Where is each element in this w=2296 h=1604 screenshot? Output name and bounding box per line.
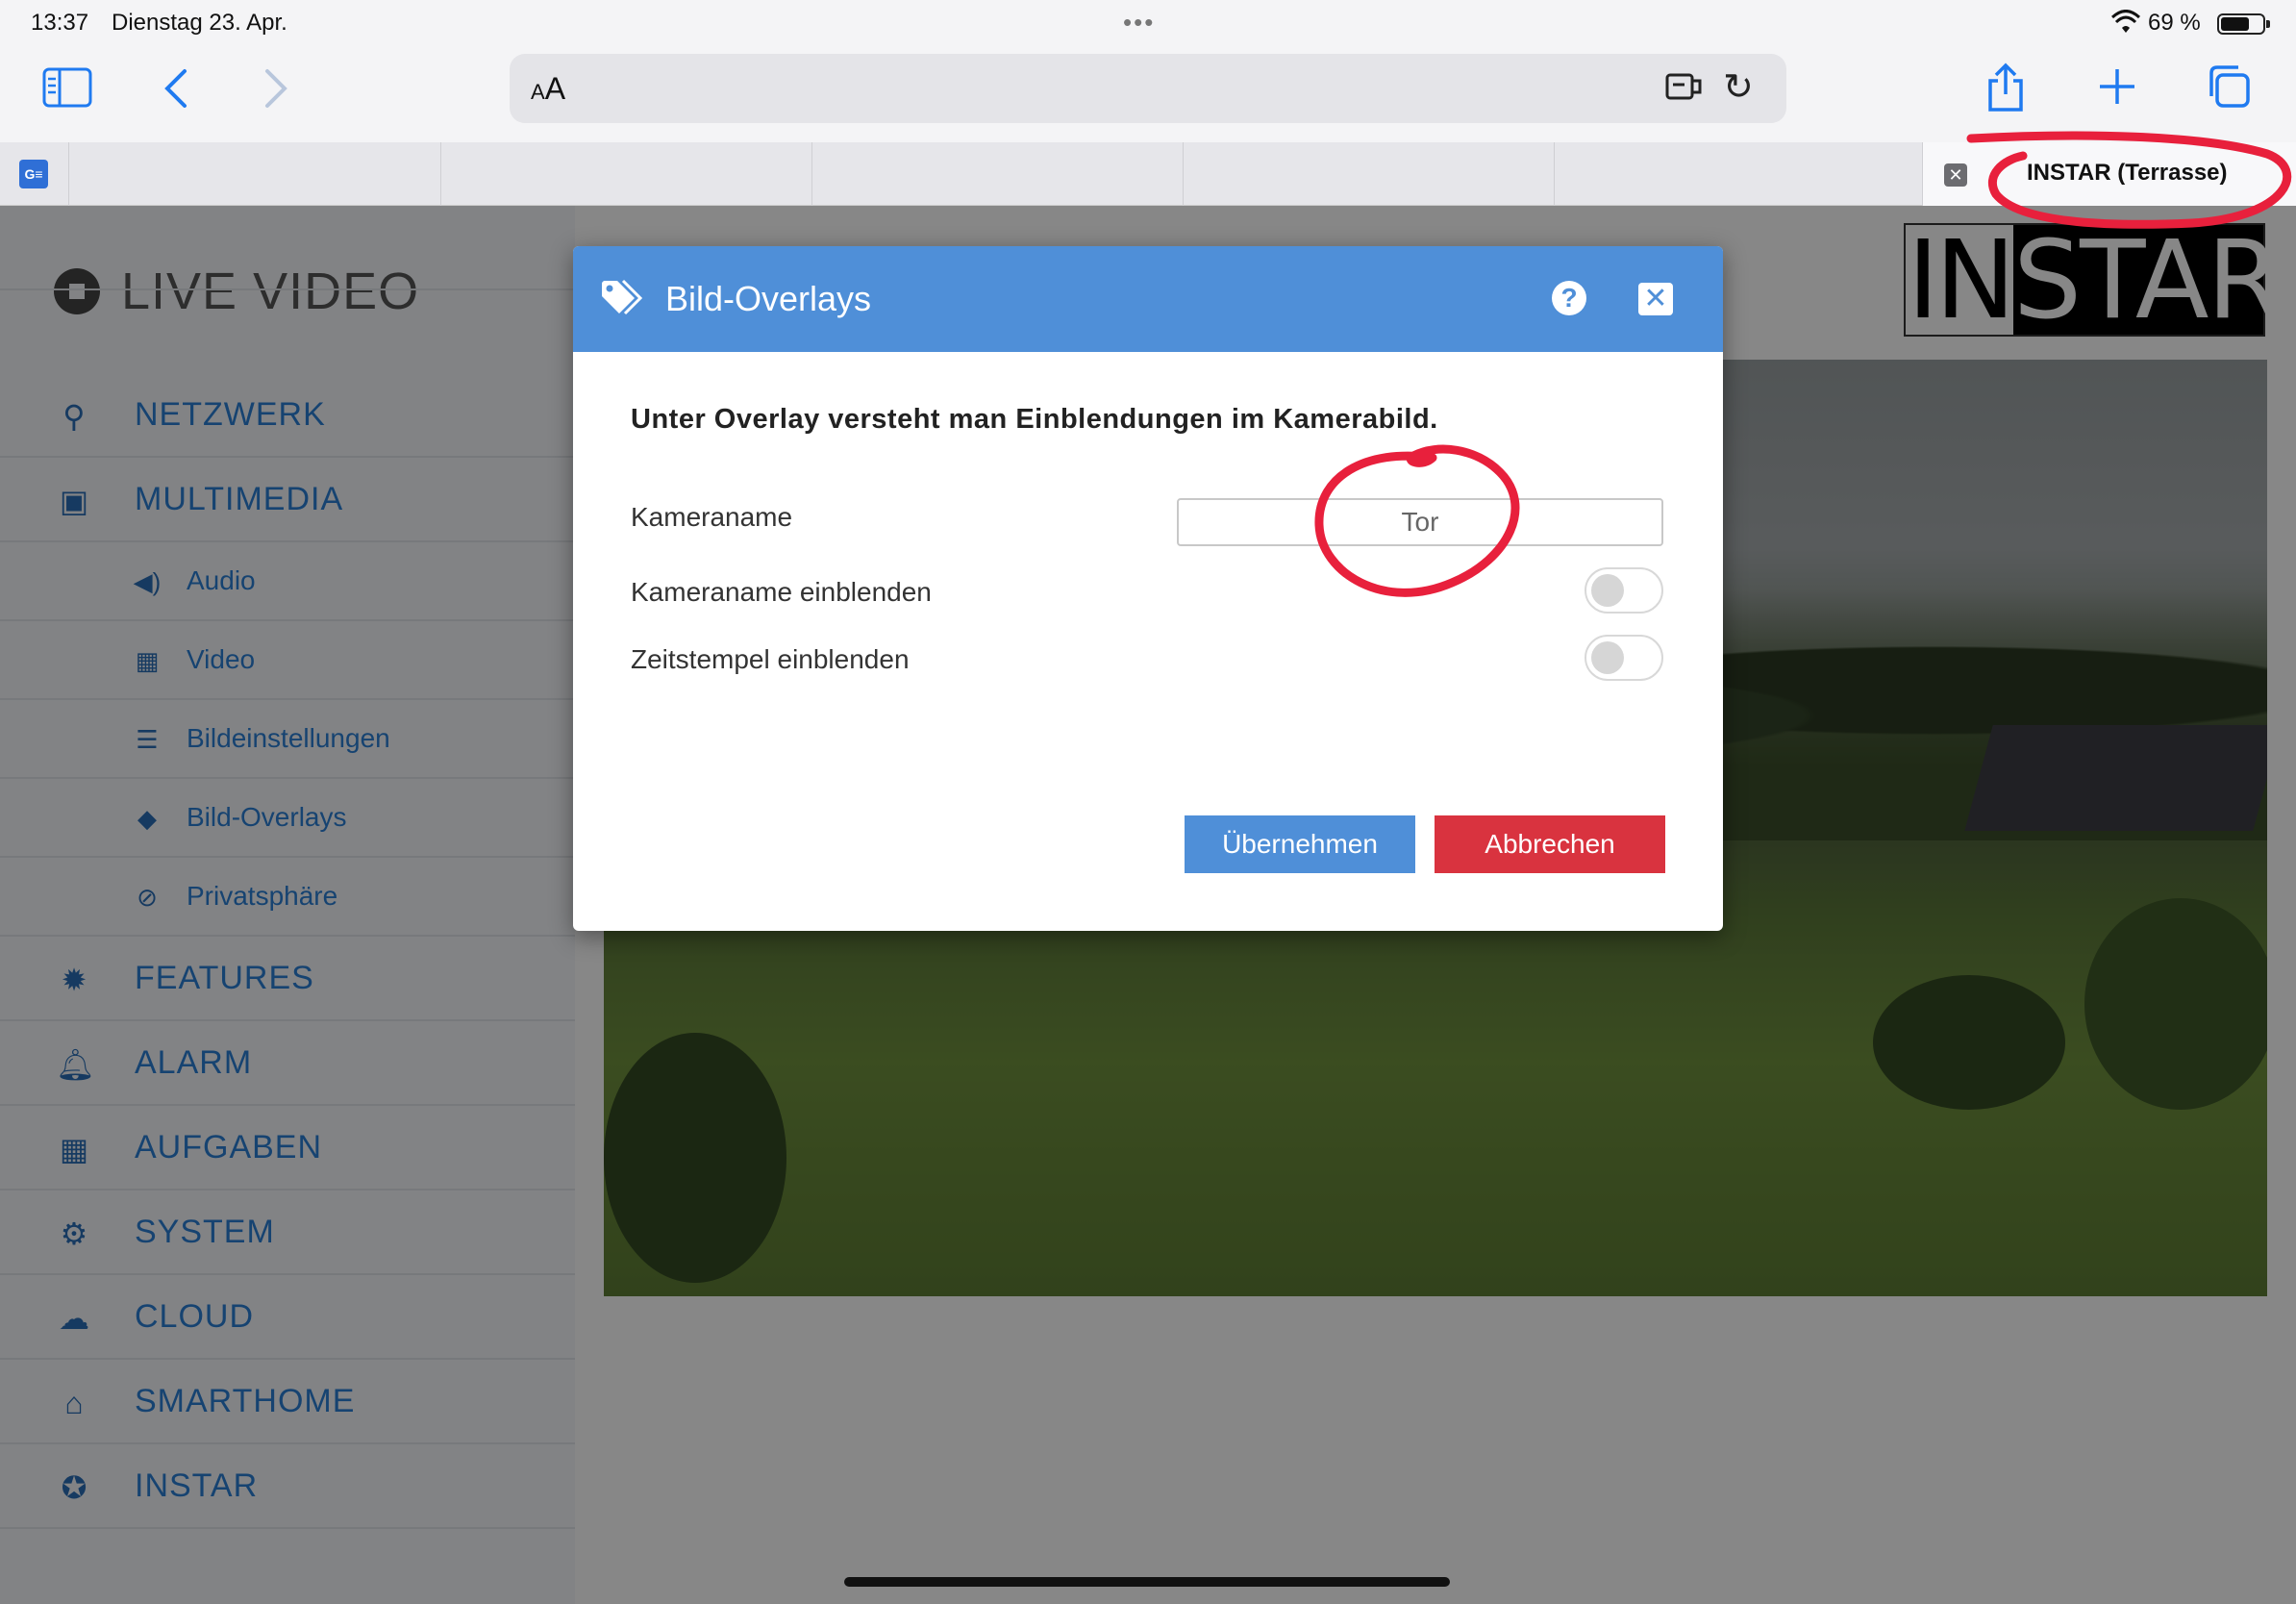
battery-fill <box>2221 17 2249 31</box>
forward-icon[interactable] <box>262 67 290 110</box>
tab-active[interactable]: ✕ INSTAR (Terrasse) <box>1923 142 2296 206</box>
bild-overlays-dialog: Bild-Overlays ? ✕ Unter Overlay versteht… <box>573 246 1723 931</box>
toggle-knob <box>1591 574 1624 607</box>
new-tab-icon[interactable] <box>2098 67 2136 106</box>
help-icon[interactable]: ? <box>1552 281 1586 315</box>
multitask-dots-icon[interactable]: ••• <box>1123 8 1155 38</box>
tab[interactable] <box>69 142 441 206</box>
camera-name-input[interactable] <box>1177 498 1663 546</box>
back-icon[interactable] <box>162 67 190 110</box>
dialog-header: Bild-Overlays ? ✕ <box>573 246 1723 352</box>
tab[interactable] <box>1555 142 1923 206</box>
reader-text-size-button[interactable]: AA <box>531 71 565 107</box>
tab[interactable]: G≡ <box>0 142 69 206</box>
share-icon[interactable] <box>1984 62 2027 113</box>
dialog-intro: Unter Overlay versteht man Einblendungen… <box>631 404 1438 435</box>
show-timestamp-label: Zeitstempel einblenden <box>631 644 910 674</box>
tabs-overview-icon[interactable] <box>2206 63 2252 110</box>
status-date: Dienstag 23. Apr. <box>112 10 287 36</box>
sidebar-toggle-icon[interactable] <box>42 67 92 110</box>
reload-icon[interactable]: ↻ <box>1723 65 1754 109</box>
apply-button[interactable]: Übernehmen <box>1185 815 1415 873</box>
dialog-title: Bild-Overlays <box>665 279 872 318</box>
camera-name-label: Kameraname <box>631 502 793 532</box>
google-translate-favicon-icon: G≡ <box>19 160 48 188</box>
show-timestamp-toggle[interactable] <box>1585 635 1663 681</box>
home-indicator <box>844 1577 1450 1587</box>
show-name-label: Kameraname einblenden <box>631 577 932 607</box>
wifi-icon <box>2111 10 2140 33</box>
status-time: 13:37 <box>31 10 89 36</box>
tab[interactable] <box>812 142 1184 206</box>
toggle-knob <box>1591 641 1624 674</box>
show-name-toggle[interactable] <box>1585 567 1663 614</box>
tab-active-title: INSTAR (Terrasse) <box>2027 160 2228 186</box>
status-bar: 13:37 Dienstag 23. Apr. ••• 69 % <box>0 0 2296 48</box>
tab[interactable] <box>441 142 812 206</box>
browser-toolbar: AA ↻ <box>0 48 2296 142</box>
cancel-button[interactable]: Abbrechen <box>1435 815 1665 873</box>
reader-mode-icon[interactable] <box>1665 67 1704 106</box>
tab-close-icon[interactable]: ✕ <box>1944 163 1967 187</box>
battery-percent: 69 % <box>2148 10 2201 36</box>
address-bar[interactable]: AA ↻ <box>510 54 1786 123</box>
close-icon[interactable]: ✕ <box>1638 283 1673 315</box>
battery-icon <box>2217 13 2270 35</box>
tags-icon <box>602 279 643 315</box>
tab[interactable] <box>1184 142 1555 206</box>
tab-strip: G≡ ✕ INSTAR (Terrasse) <box>0 142 2296 206</box>
